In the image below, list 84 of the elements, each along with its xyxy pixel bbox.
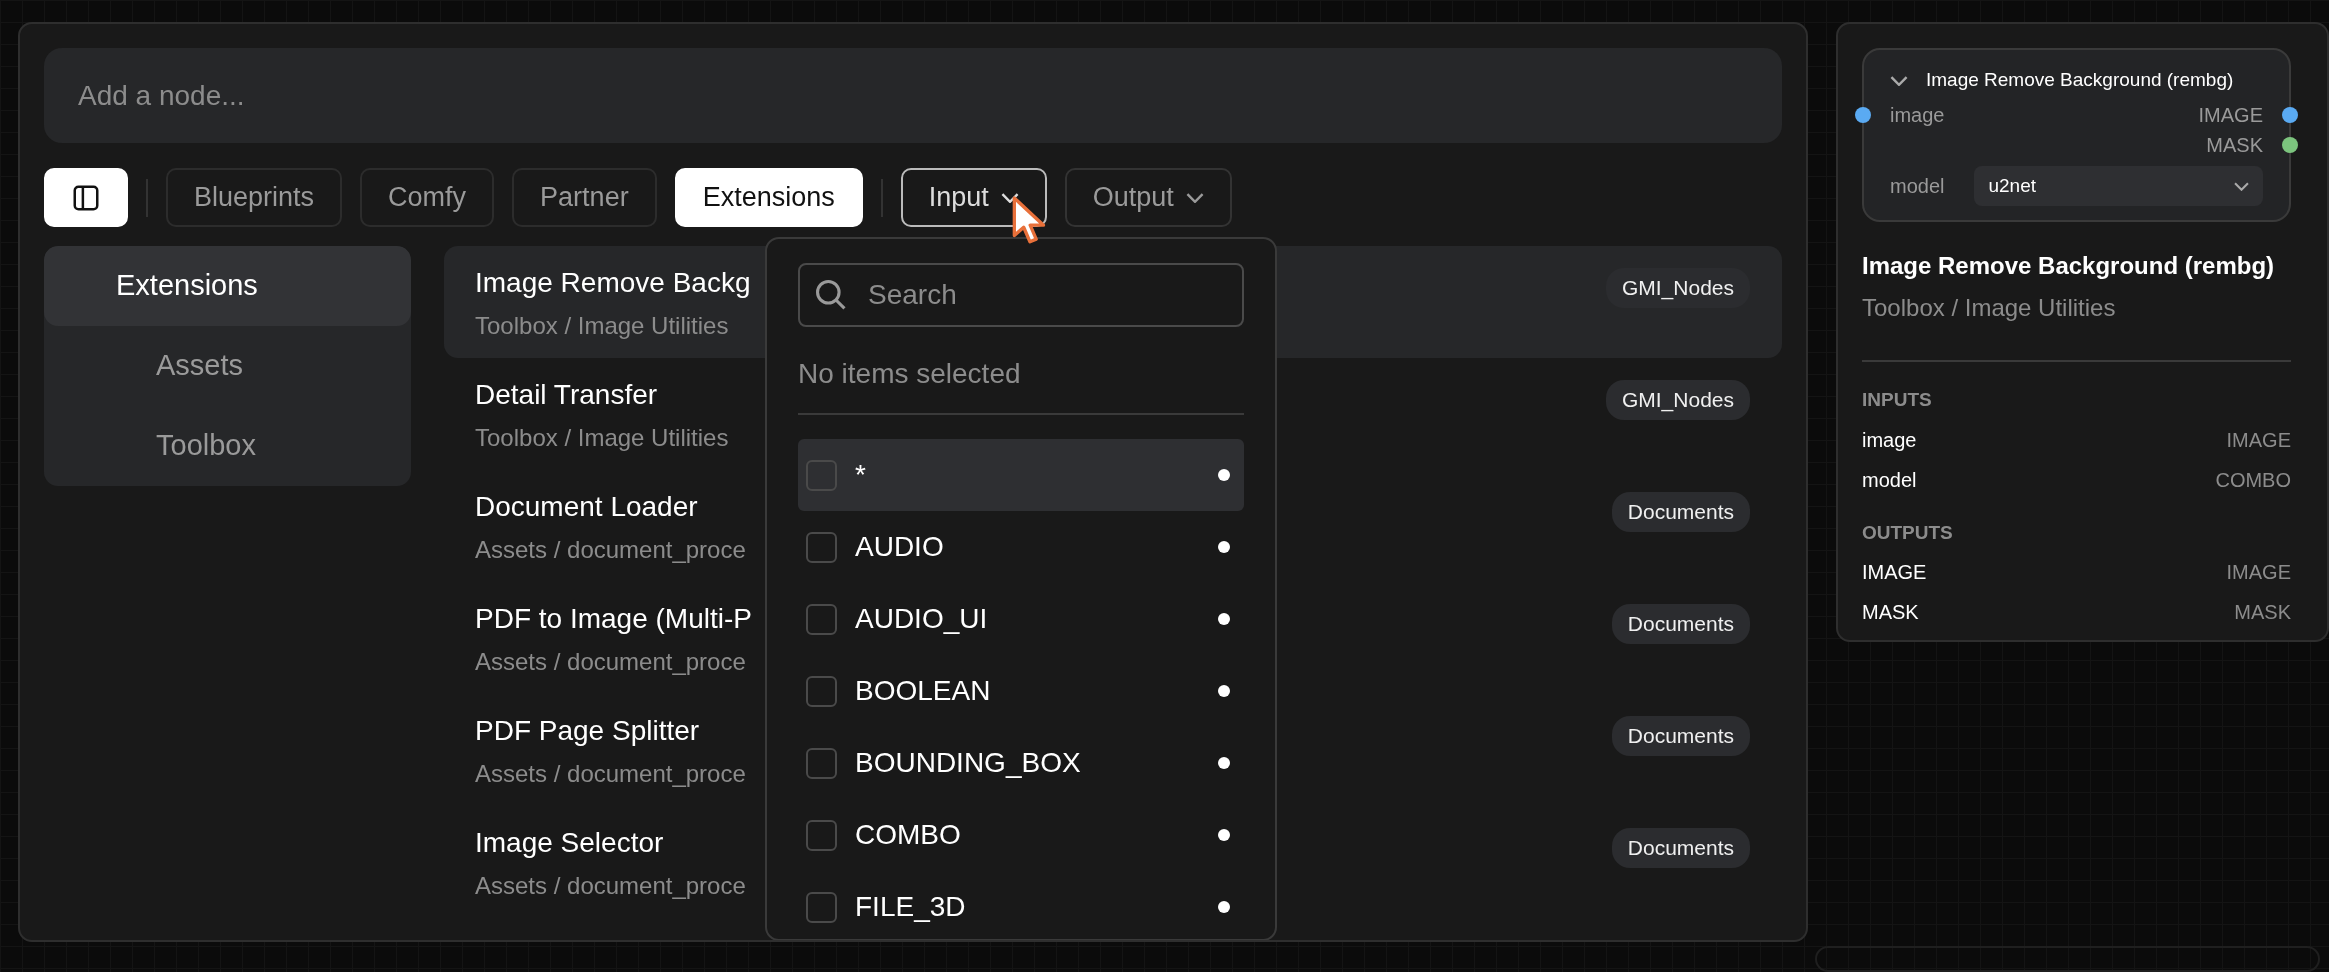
output-type: MASK (2234, 600, 2291, 625)
node-title: Detail Transfer (475, 378, 659, 412)
node-title: PDF Page Splitter (475, 714, 701, 748)
node-title: PDF to Image (Multi-P (475, 602, 752, 636)
widget-label: model (1890, 174, 1945, 199)
port-label: MASK (2206, 133, 2263, 158)
dot-icon (1218, 757, 1230, 769)
checkbox[interactable] (806, 603, 837, 635)
output-type: IMAGE (2226, 560, 2291, 585)
node-search-field[interactable]: Add a node... (44, 48, 1782, 143)
section-heading: OUTPUTS (1862, 520, 1954, 545)
output-port-dot[interactable] (2282, 107, 2298, 123)
model-select[interactable]: u2net (1974, 166, 2263, 206)
category-tab[interactable]: Blueprints (166, 168, 343, 227)
category-item[interactable]: Assets (44, 326, 411, 406)
menu-option[interactable]: BOUNDING_BOX (798, 727, 1244, 799)
checkbox[interactable] (806, 891, 837, 923)
input-name: image (1862, 427, 1917, 453)
dot-icon (1218, 829, 1230, 841)
node-path: Toolbox / Image Utilities (475, 422, 729, 453)
option-label: BOOLEAN (855, 674, 992, 708)
checkbox[interactable] (806, 675, 837, 707)
sidebar-toggle-button[interactable] (44, 168, 128, 227)
node-title: Image Remove Backg (475, 266, 751, 300)
option-label: COMBO (855, 818, 962, 852)
node-title: Document Loader (475, 490, 699, 524)
node-path: Assets / document_proce (475, 870, 746, 901)
node-card-title: Image Remove Background (rembg) (1926, 67, 2234, 92)
port-label: image (1890, 103, 1945, 128)
menu-option[interactable]: BOOLEAN (798, 655, 1244, 727)
chevron-down-icon (1185, 192, 1204, 203)
chevron-down-icon (1000, 192, 1019, 203)
menu-search-field[interactable]: Search (798, 263, 1244, 327)
option-label: AUDIO_UI (855, 602, 989, 636)
category-item[interactable]: Toolbox (44, 406, 411, 486)
source-tag: Documents (1611, 492, 1750, 532)
category-tab[interactable]: Extensions (674, 168, 863, 227)
checkbox[interactable] (806, 459, 837, 491)
section-heading: INPUTS (1862, 388, 1933, 412)
checkbox[interactable] (806, 819, 837, 851)
node-title: Image Selector (475, 826, 665, 860)
checkbox[interactable] (806, 531, 837, 563)
menu-option[interactable]: COMBO (798, 799, 1244, 871)
option-label: * (855, 458, 867, 492)
category-item[interactable]: Extensions (44, 246, 411, 326)
input-type: COMBO (2215, 467, 2291, 493)
node-path: Toolbox / Image Utilities (1862, 290, 2291, 362)
menu-option[interactable]: AUDIO (798, 511, 1244, 583)
category-tab[interactable]: Partner (512, 168, 657, 227)
option-label: AUDIO (855, 530, 945, 564)
dot-icon (1218, 613, 1230, 625)
source-tag: GMI_Nodes (1605, 268, 1750, 308)
node-title: Image Remove Background (rembg) (1862, 251, 2276, 281)
input-port-dot[interactable] (1855, 107, 1871, 123)
output-port-dot[interactable] (2282, 137, 2298, 153)
node-path: Assets / document_proce (475, 646, 747, 677)
category-tab[interactable]: Comfy (360, 168, 495, 227)
output-name: IMAGE (1862, 560, 1927, 585)
dot-icon (1218, 541, 1230, 553)
chevron-down-icon (2234, 181, 2249, 191)
search-icon (816, 280, 846, 310)
input-name: model (1862, 467, 1917, 493)
dot-icon (1218, 901, 1230, 913)
menu-option[interactable]: AUDIO_UI (798, 583, 1244, 655)
checkbox[interactable] (806, 747, 837, 779)
dot-icon (1218, 469, 1230, 481)
source-tag: Documents (1611, 716, 1750, 756)
filter-dropdown-button[interactable]: Output (1064, 168, 1232, 227)
menu-option[interactable]: * (798, 439, 1244, 511)
output-name: MASK (1862, 600, 1919, 625)
chevron-down-icon (1890, 75, 1908, 86)
source-tag: Documents (1611, 828, 1750, 868)
source-tag: Documents (1611, 604, 1750, 644)
node-path: Assets / document_proce (475, 534, 746, 565)
option-label: FILE_3D (855, 890, 967, 924)
option-label: BOUNDING_BOX (855, 746, 1082, 780)
node-path: Assets / document_proce (475, 758, 746, 789)
source-tag: GMI_Nodes (1605, 380, 1750, 420)
input-type: IMAGE (2226, 427, 2291, 453)
menu-option[interactable]: FILE_3D (798, 871, 1244, 939)
selection-status: No items selected (798, 353, 1244, 415)
node-path: Toolbox / Image Utilities (475, 310, 730, 341)
port-label: IMAGE (2198, 103, 2263, 128)
dot-icon (1218, 685, 1230, 697)
